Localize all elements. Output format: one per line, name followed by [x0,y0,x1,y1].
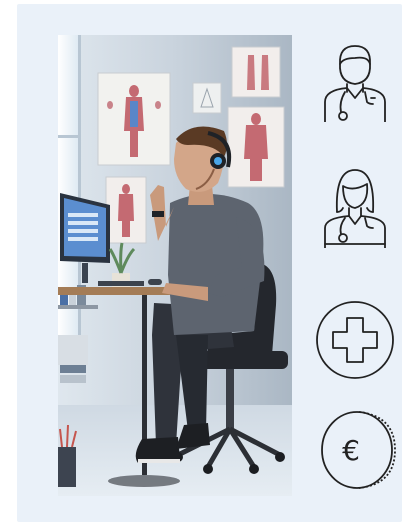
anatomy-poster [97,72,171,166]
anatomy-poster [231,46,281,98]
anatomy-poster [227,106,285,188]
male-doctor-icon[interactable] [313,38,397,122]
female-doctor-icon[interactable] [313,164,397,248]
hero-illustration [58,35,292,496]
anatomy-poster [105,176,147,244]
illustration-man-at-desk-image [58,35,292,496]
medical-cross-icon[interactable] [313,298,397,382]
euro-coin-icon[interactable]: € [313,408,397,492]
anatomy-poster [192,82,222,114]
euro-symbol: € [342,434,360,467]
